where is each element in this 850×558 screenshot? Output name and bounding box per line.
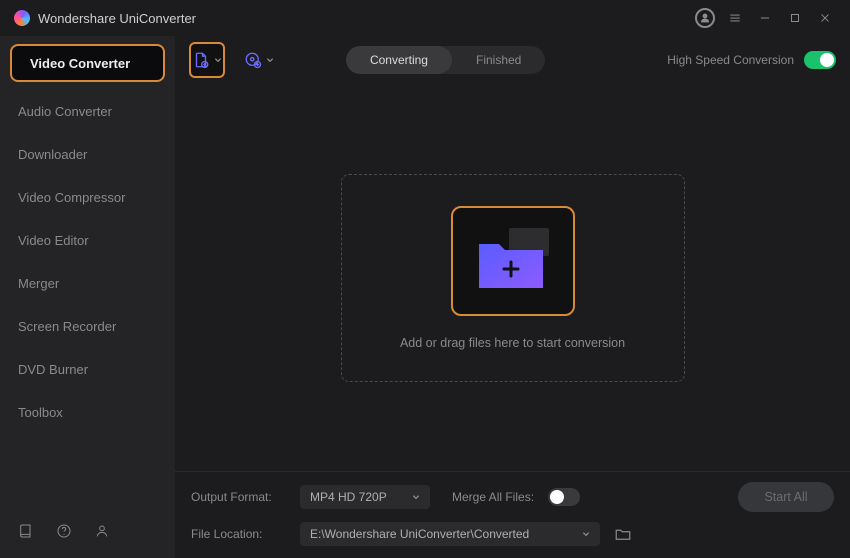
person-icon [94, 523, 110, 539]
sidebar-item-video-converter[interactable]: Video Converter [10, 44, 165, 82]
window-minimize-button[interactable] [754, 7, 776, 29]
window-maximize-button[interactable] [784, 7, 806, 29]
output-format-value: MP4 HD 720P [310, 490, 387, 504]
app-body: Video Converter Audio Converter Download… [0, 36, 850, 558]
user-icon [695, 8, 715, 28]
minimize-icon [758, 11, 772, 25]
sidebar-item-label: Video Compressor [18, 190, 125, 205]
tab-converting[interactable]: Converting [346, 46, 452, 74]
high-speed-row: High Speed Conversion [667, 51, 836, 69]
start-all-button[interactable]: Start All [738, 482, 834, 512]
sidebar: Video Converter Audio Converter Download… [0, 36, 175, 558]
sidebar-item-audio-converter[interactable]: Audio Converter [0, 90, 175, 133]
dropzone[interactable]: Add or drag files here to start conversi… [341, 174, 685, 382]
tab-label: Finished [476, 53, 521, 67]
sidebar-item-video-editor[interactable]: Video Editor [0, 219, 175, 262]
sidebar-item-toolbox[interactable]: Toolbox [0, 391, 175, 434]
file-location-select[interactable]: E:\Wondershare UniConverter\Converted [300, 522, 600, 546]
help-button[interactable] [56, 523, 72, 544]
sidebar-item-label: Toolbox [18, 405, 63, 420]
toolbar: Converting Finished High Speed Conversio… [175, 36, 850, 84]
folder-plus-icon [471, 226, 555, 296]
sidebar-footer [0, 509, 175, 558]
sidebar-item-label: Downloader [18, 147, 87, 162]
sidebar-item-label: Merger [18, 276, 59, 291]
main-panel: Converting Finished High Speed Conversio… [175, 36, 850, 558]
bottom-bar: Output Format: MP4 HD 720P Merge All Fil… [175, 471, 850, 558]
chevron-down-icon [214, 56, 222, 64]
tab-finished[interactable]: Finished [452, 46, 545, 74]
merge-all-label: Merge All Files: [452, 490, 534, 504]
sidebar-item-dvd-burner[interactable]: DVD Burner [0, 348, 175, 391]
disc-add-icon [244, 51, 262, 69]
status-tabs: Converting Finished [346, 46, 545, 74]
menu-button[interactable] [724, 7, 746, 29]
account-button[interactable] [694, 7, 716, 29]
app-window: Wondershare UniConverter Video Converter [0, 0, 850, 558]
sidebar-item-label: Screen Recorder [18, 319, 116, 334]
sidebar-item-downloader[interactable]: Downloader [0, 133, 175, 176]
high-speed-label: High Speed Conversion [667, 53, 794, 67]
chevron-down-icon [266, 56, 274, 64]
help-icon [56, 523, 72, 539]
feedback-button[interactable] [94, 523, 110, 544]
output-format-select[interactable]: MP4 HD 720P [300, 485, 430, 509]
start-all-label: Start All [764, 490, 807, 504]
file-location-value: E:\Wondershare UniConverter\Converted [310, 527, 529, 541]
sidebar-item-label: DVD Burner [18, 362, 88, 377]
merge-all-toggle[interactable] [548, 488, 580, 506]
sidebar-item-label: Video Editor [18, 233, 89, 248]
dropzone-text: Add or drag files here to start conversi… [400, 336, 625, 350]
close-icon [818, 11, 832, 25]
folder-icon [614, 525, 632, 543]
chevron-down-icon [582, 530, 590, 538]
chevron-down-icon [412, 493, 420, 501]
window-close-button[interactable] [814, 7, 836, 29]
file-location-label: File Location: [191, 527, 286, 541]
output-format-label: Output Format: [191, 490, 286, 504]
hamburger-icon [728, 11, 742, 25]
tab-label: Converting [370, 53, 428, 67]
sidebar-item-merger[interactable]: Merger [0, 262, 175, 305]
content-area: Add or drag files here to start conversi… [175, 84, 850, 471]
sidebar-item-label: Video Converter [30, 56, 130, 71]
tutorial-button[interactable] [18, 523, 34, 544]
add-from-disc-button[interactable] [241, 42, 277, 78]
sidebar-item-video-compressor[interactable]: Video Compressor [0, 176, 175, 219]
app-title: Wondershare UniConverter [38, 11, 196, 26]
high-speed-toggle[interactable] [804, 51, 836, 69]
add-files-button[interactable] [189, 42, 225, 78]
book-icon [18, 523, 34, 539]
titlebar: Wondershare UniConverter [0, 0, 850, 36]
sidebar-item-label: Audio Converter [18, 104, 112, 119]
add-folder-button[interactable] [451, 206, 575, 316]
file-add-icon [192, 51, 210, 69]
sidebar-item-screen-recorder[interactable]: Screen Recorder [0, 305, 175, 348]
open-folder-button[interactable] [614, 525, 632, 543]
maximize-icon [788, 11, 802, 25]
app-logo-icon [14, 10, 30, 26]
